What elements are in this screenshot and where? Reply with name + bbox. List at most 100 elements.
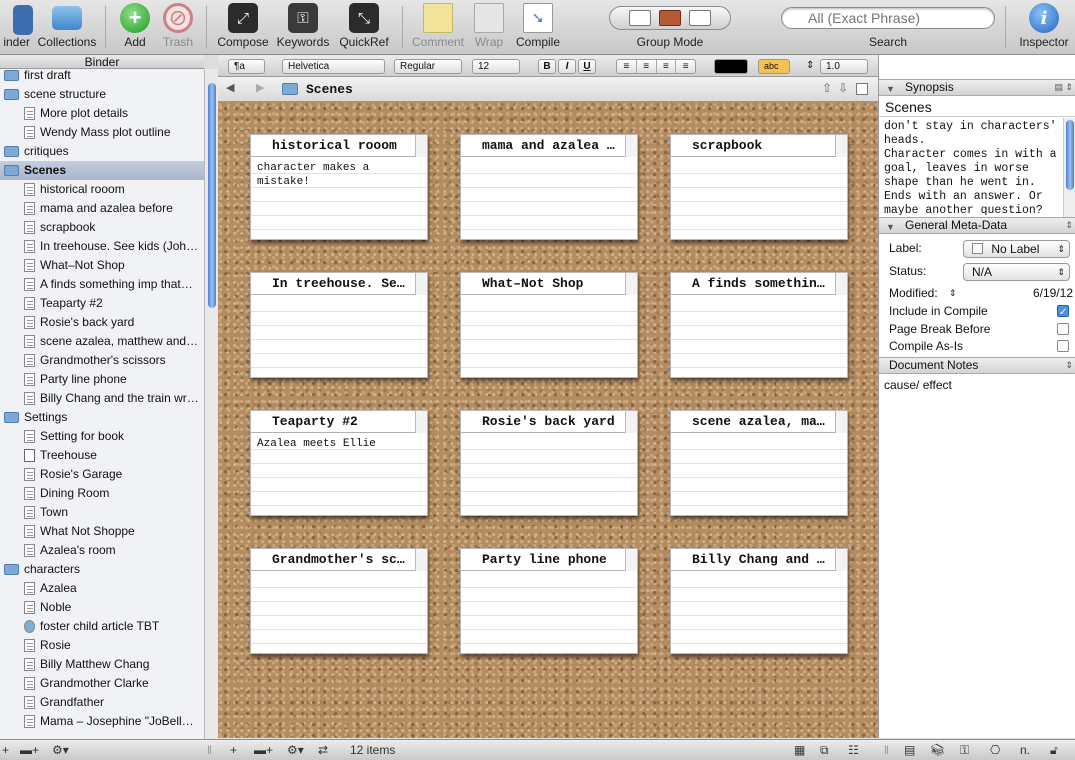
include-in-compile-row[interactable]: Include in Compile	[889, 302, 1069, 322]
disclosure-triangle-icon[interactable]: ▼	[886, 220, 895, 235]
align-left-icon[interactable]: ≡	[617, 60, 637, 73]
corkboard-grid-icon[interactable]: ▦	[794, 742, 805, 759]
add-button[interactable]: + Add	[115, 0, 155, 55]
binder-outline[interactable]: first draft scene structure More plot deta…	[0, 69, 204, 739]
card-title[interactable]: scrapbook	[671, 135, 847, 157]
collections-button[interactable]: Collections	[34, 0, 100, 55]
binder-document-row[interactable]: Treehouse	[0, 446, 204, 465]
index-card[interactable]: Billy Chang and …	[670, 548, 848, 654]
path-title[interactable]: Scenes	[306, 82, 353, 97]
synopsis-scrollbar[interactable]	[1063, 118, 1075, 218]
binder-document-row[interactable]: Rosie	[0, 636, 204, 655]
card-title[interactable]: A finds somethin…	[671, 273, 847, 295]
page-break-before-row[interactable]: Page Break Before	[889, 320, 1069, 338]
trash-button[interactable]: ⊘ Trash	[157, 0, 199, 55]
gear-icon[interactable]: ⚙▾	[287, 742, 304, 759]
binder-document-row[interactable]: historical rooom	[0, 180, 204, 199]
dropdown-arrows-icon[interactable]: ⇕	[1065, 218, 1073, 233]
font-family-menu[interactable]: Helvetica	[282, 59, 385, 74]
binder-folder-row[interactable]: Settings	[0, 408, 204, 427]
binder-folder-row[interactable]: critiques	[0, 142, 204, 161]
document-notes-text[interactable]: cause/ effect	[884, 378, 952, 392]
card-layout-icon[interactable]: ☷	[848, 742, 859, 759]
binder-toolbar-button[interactable]: inder	[0, 0, 33, 55]
card-title[interactable]: scene azalea, ma…	[671, 411, 847, 433]
add-card-icon[interactable]: +	[230, 742, 237, 759]
index-card[interactable]: Party line phone	[460, 548, 638, 654]
binder-document-row[interactable]: In treehouse. See kids (Joh…	[0, 237, 204, 256]
index-card[interactable]: What–Not Shop	[460, 272, 638, 378]
binder-document-row[interactable]: Dining Room	[0, 484, 204, 503]
synopsis-header[interactable]: ▼ Synopsis ▤ ⇕	[879, 79, 1075, 96]
card-title[interactable]: historical rooom	[251, 135, 427, 157]
binder-scroll-thumb[interactable]	[208, 83, 216, 308]
compile-button[interactable]: ➘ Compile	[512, 0, 564, 55]
binder-document-row[interactable]: Setting for book	[0, 427, 204, 446]
index-card[interactable]: In treehouse. Se…	[250, 272, 428, 378]
corkboard[interactable]: historical rooom character makes a mistak…	[218, 102, 878, 738]
binder-document-row[interactable]: foster child article TBT	[0, 617, 204, 636]
index-card[interactable]: mama and azalea …	[460, 134, 638, 240]
divider-grip-icon[interactable]: ‖	[207, 742, 212, 759]
binder-document-row[interactable]: Rosie's back yard	[0, 313, 204, 332]
modified-stepper-icon[interactable]: ⇕	[949, 284, 957, 302]
include-in-compile-checkbox[interactable]	[1057, 304, 1069, 322]
align-justify-icon[interactable]: ≡	[676, 60, 695, 73]
binder-document-row[interactable]: Billy Chang and the train wr…	[0, 389, 204, 408]
down-arrow-icon[interactable]: ⇩	[838, 81, 848, 95]
page-break-before-checkbox[interactable]	[1057, 323, 1069, 335]
binder-document-row[interactable]: Grandmother's scissors	[0, 351, 204, 370]
font-weight-menu[interactable]: Regular	[394, 59, 462, 74]
quickref-button[interactable]: ⤡ QuickRef	[336, 0, 392, 55]
index-card[interactable]: scene azalea, ma…	[670, 410, 848, 516]
binder-document-row[interactable]: Azalea	[0, 579, 204, 598]
metadata-header[interactable]: ▼ General Meta-Data ⇕	[879, 217, 1075, 234]
index-card[interactable]: scrapbook	[670, 134, 848, 240]
divider-grip-icon[interactable]: ‖	[884, 742, 889, 759]
add-folder-icon[interactable]: ▬+	[20, 742, 39, 759]
align-center-icon[interactable]: ≡	[637, 60, 657, 73]
underline-button[interactable]: U	[578, 59, 596, 74]
binder-document-row[interactable]: scene azalea, matthew and …	[0, 332, 204, 351]
binder-document-row[interactable]: Billy Matthew Chang	[0, 655, 204, 674]
back-arrow-icon[interactable]: ◀	[226, 81, 234, 94]
disclosure-triangle-icon[interactable]: ▼	[886, 82, 895, 97]
binder-document-row[interactable]: Mama – Josephine "JoBelle" …	[0, 712, 204, 731]
bold-button[interactable]: B	[538, 59, 556, 74]
status-popup[interactable]: N/A ⇕	[963, 263, 1070, 281]
card-title[interactable]: Billy Chang and …	[671, 549, 847, 571]
up-arrow-icon[interactable]: ⇧	[822, 81, 832, 95]
add-item-icon[interactable]: +	[2, 742, 9, 759]
align-right-icon[interactable]: ≡	[657, 60, 677, 73]
comment-button[interactable]: Comment	[410, 0, 466, 55]
keywords-key-icon[interactable]: ⚿	[960, 742, 969, 759]
synopsis-title-field[interactable]: Scenes	[879, 97, 1075, 117]
card-title[interactable]: Grandmother's sc…	[251, 549, 427, 571]
compose-button[interactable]: ⤢ Compose	[216, 0, 270, 55]
binder-document-row[interactable]: Rosie's Garage	[0, 465, 204, 484]
lock-icon[interactable]: 🔓︎	[1050, 742, 1058, 759]
binder-document-row[interactable]: Teaparty #2	[0, 294, 204, 313]
binder-document-row[interactable]: Grandfather	[0, 693, 204, 712]
binder-document-row[interactable]: mama and azalea before	[0, 199, 204, 218]
index-card[interactable]: Rosie's back yard	[460, 410, 638, 516]
swap-arrows-icon[interactable]: ⇄	[318, 742, 328, 759]
notes-tab-icon[interactable]: ▤	[904, 742, 915, 759]
compile-as-is-checkbox[interactable]	[1057, 340, 1069, 352]
references-books-icon[interactable]: 📚︎	[930, 742, 945, 759]
card-synopsis[interactable]: character makes a mistake!	[257, 161, 421, 189]
binder-document-row[interactable]: Grandmother Clarke	[0, 674, 204, 693]
binder-folder-row[interactable]: Scenes	[0, 161, 204, 180]
binder-document-row[interactable]: A finds something imp that…	[0, 275, 204, 294]
add-folder-icon[interactable]: ▬+	[254, 742, 273, 759]
binder-scrollbar[interactable]	[204, 69, 218, 739]
binder-folder-row[interactable]: characters	[0, 560, 204, 579]
italic-button[interactable]: I	[558, 59, 576, 74]
snapshots-camera-icon[interactable]: ⎔	[990, 742, 1000, 759]
wrap-button[interactable]: Wrap	[470, 0, 508, 55]
binder-document-row[interactable]: Party line phone	[0, 370, 204, 389]
binder-document-row[interactable]: What–Not Shop	[0, 256, 204, 275]
card-title[interactable]: mama and azalea …	[461, 135, 637, 157]
index-card[interactable]: Teaparty #2 Azalea meets Ellie	[250, 410, 428, 516]
keywords-button[interactable]: ⚿ Keywords	[274, 0, 332, 55]
